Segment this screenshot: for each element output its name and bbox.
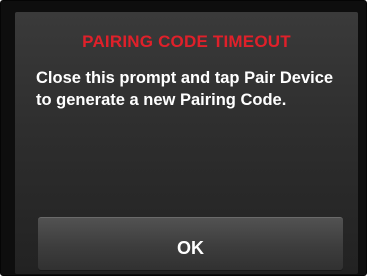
ok-button[interactable]: OK [38,217,343,270]
pairing-timeout-dialog: PAIRING CODE TIMEOUT Close this prompt a… [15,12,358,274]
ok-button-label: OK [177,237,204,258]
dialog-frame: PAIRING CODE TIMEOUT Close this prompt a… [0,0,367,276]
dialog-message: Close this prompt and tap Pair Device to… [36,69,334,109]
dialog-title: PAIRING CODE TIMEOUT [82,32,291,51]
